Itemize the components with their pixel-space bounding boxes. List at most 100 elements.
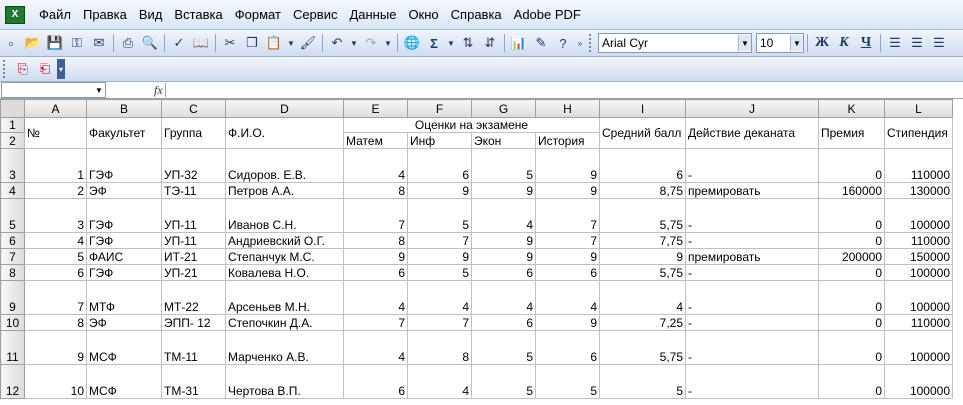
cell-informatics[interactable]: 7	[407, 314, 472, 331]
cell-bonus[interactable]: 0	[818, 264, 885, 281]
cell-history[interactable]: 7	[535, 198, 600, 233]
email-icon[interactable]: ✉	[89, 33, 109, 53]
italic-button[interactable]: К	[834, 33, 854, 53]
cell-group[interactable]: УП-11	[161, 232, 226, 249]
pdf-toolbar-options-icon[interactable]: ▾	[57, 59, 65, 79]
open-folder-icon[interactable]: 📂	[23, 33, 43, 53]
row-header[interactable]: 4	[0, 182, 25, 199]
cell-history[interactable]: 5	[535, 364, 600, 399]
cell-informatics[interactable]: 4	[407, 364, 472, 399]
row-header[interactable]: 10	[0, 314, 25, 331]
row-header[interactable]: 3	[0, 148, 25, 183]
row-header[interactable]: 6	[0, 232, 25, 249]
cell-economics[interactable]: 4	[471, 280, 536, 315]
cell-fio[interactable]: Петров А.А.	[225, 182, 344, 199]
cell-economics[interactable]: 5	[471, 330, 536, 365]
cell-fio[interactable]: Степанчук М.С.	[225, 248, 344, 265]
cell-action[interactable]: -	[685, 198, 819, 233]
underline-button[interactable]: Ч	[856, 33, 876, 53]
paste-dropdown-icon[interactable]: ▼	[286, 33, 296, 53]
cell-informatics[interactable]: 5	[407, 198, 472, 233]
column-header-j[interactable]: J	[685, 99, 819, 118]
cell-faculty[interactable]: МСФ	[86, 364, 162, 399]
cell-faculty[interactable]: МСФ	[86, 330, 162, 365]
cell-average[interactable]: 7,25	[599, 314, 686, 331]
format-painter-icon[interactable]: 🖌	[298, 33, 318, 53]
research-icon[interactable]: 📖	[191, 33, 211, 53]
cell-action[interactable]: премировать	[685, 182, 819, 199]
cell-bonus[interactable]: 0	[818, 198, 885, 233]
copy-icon[interactable]: ❐	[242, 33, 262, 53]
column-header-g[interactable]: G	[471, 99, 536, 118]
cell-fio[interactable]: Чертова В.П.	[225, 364, 344, 399]
cell-action[interactable]: -	[685, 148, 819, 183]
cell-group[interactable]: УП-11	[161, 198, 226, 233]
cell-average[interactable]: 5,75	[599, 198, 686, 233]
font-name-dropdown-icon[interactable]: ▼	[738, 35, 751, 51]
print-preview-icon[interactable]: 🔍	[140, 33, 160, 53]
row-header[interactable]: 7	[0, 248, 25, 265]
cell-no[interactable]: 6	[24, 264, 87, 281]
cell-bonus[interactable]: 200000	[818, 248, 885, 265]
row-header[interactable]: 1	[0, 117, 25, 133]
cell-no[interactable]: 7	[24, 280, 87, 315]
redo-dropdown-icon[interactable]: ▼	[383, 33, 393, 53]
cell-faculty[interactable]: ГЭФ	[86, 198, 162, 233]
cell-informatics[interactable]: 7	[407, 232, 472, 249]
print-icon[interactable]: ⎙	[118, 33, 138, 53]
align-left-icon[interactable]: ☰	[885, 33, 905, 53]
cell-history[interactable]: 9	[535, 314, 600, 331]
menu-help[interactable]: Справка	[445, 0, 508, 29]
cell-average[interactable]: 5,75	[599, 330, 686, 365]
select-all-corner[interactable]	[0, 99, 25, 118]
column-header-a[interactable]: A	[24, 99, 87, 118]
row-header[interactable]: 5	[0, 198, 25, 233]
font-name-combo[interactable]: Arial Cyr ▼	[598, 33, 752, 53]
cell-no[interactable]: 4	[24, 232, 87, 249]
cell-action[interactable]: -	[685, 232, 819, 249]
excel-app-icon[interactable]: X	[5, 5, 25, 24]
name-box-dropdown-icon[interactable]: ▼	[93, 83, 105, 97]
cell-no[interactable]: 2	[24, 182, 87, 199]
sort-ascending-icon[interactable]: ⇅	[458, 33, 478, 53]
cell-average[interactable]: 7,75	[599, 232, 686, 249]
hyperlink-icon[interactable]: 🌐	[402, 33, 422, 53]
header-cell-stipend[interactable]: Стипендия	[884, 117, 953, 149]
menu-tools[interactable]: Сервис	[287, 0, 344, 29]
spelling-icon[interactable]: ✓	[169, 33, 189, 53]
cell-math[interactable]: 4	[343, 330, 408, 365]
cell-history[interactable]: 9	[535, 148, 600, 183]
cell-fio[interactable]: Марченко А.В.	[225, 330, 344, 365]
cell-stipend[interactable]: 110000	[884, 148, 953, 183]
menu-format[interactable]: Формат	[229, 0, 287, 29]
cell-informatics[interactable]: 8	[407, 330, 472, 365]
name-box[interactable]: ▼	[1, 82, 106, 98]
convert-to-pdf-icon[interactable]: ⎘	[13, 59, 33, 79]
formula-input[interactable]	[165, 83, 962, 97]
cell-stipend[interactable]: 100000	[884, 330, 953, 365]
column-header-e[interactable]: E	[343, 99, 408, 118]
header-cell-informatics[interactable]: Инф	[407, 132, 472, 149]
cell-average[interactable]: 4	[599, 280, 686, 315]
cell-math[interactable]: 6	[343, 264, 408, 281]
cell-history[interactable]: 6	[535, 264, 600, 281]
cell-group[interactable]: МТ-22	[161, 280, 226, 315]
cell-action[interactable]: премировать	[685, 248, 819, 265]
cell-economics[interactable]: 9	[471, 182, 536, 199]
cell-group[interactable]: УП-32	[161, 148, 226, 183]
cell-average[interactable]: 5,75	[599, 264, 686, 281]
cell-history[interactable]: 4	[535, 280, 600, 315]
row-header[interactable]: 9	[0, 280, 25, 315]
cell-faculty[interactable]: ЭФ	[86, 314, 162, 331]
header-cell-action[interactable]: Действие деканата	[685, 117, 819, 149]
cell-faculty[interactable]: МТФ	[86, 280, 162, 315]
cell-history[interactable]: 6	[535, 330, 600, 365]
cell-group[interactable]: ТЭ-11	[161, 182, 226, 199]
cell-math[interactable]: 9	[343, 248, 408, 265]
drawing-icon[interactable]: ✎	[531, 33, 551, 53]
row-header[interactable]: 8	[0, 264, 25, 281]
cell-stipend[interactable]: 110000	[884, 314, 953, 331]
cell-math[interactable]: 7	[343, 198, 408, 233]
header-cell-exams[interactable]: Оценки на экзамене	[343, 117, 600, 133]
cell-group[interactable]: ЭПП- 12	[161, 314, 226, 331]
